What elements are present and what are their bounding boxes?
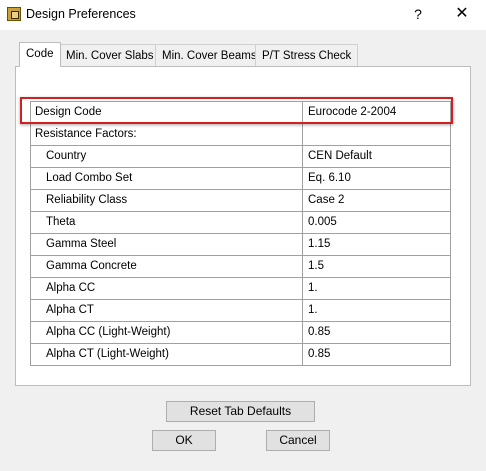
grid-row-gamma-concrete[interactable]: Gamma Concrete 1.5 xyxy=(31,256,450,278)
grid-value[interactable]: 1. xyxy=(308,278,318,299)
grid-row-alpha-cc-light-weight[interactable]: Alpha CC (Light-Weight) 0.85 xyxy=(31,322,450,344)
window-title: Design Preferences xyxy=(26,7,136,21)
tab-min-cover-beams[interactable]: Min. Cover Beams xyxy=(155,44,264,66)
grid-row-alpha-cc[interactable]: Alpha CC 1. xyxy=(31,278,450,300)
grid-row-resistance-factors: Resistance Factors: xyxy=(31,124,450,146)
grid-key: Gamma Steel xyxy=(31,234,303,255)
reset-tab-defaults-button[interactable]: Reset Tab Defaults xyxy=(166,401,315,422)
grid-value[interactable]: 1. xyxy=(308,300,318,321)
grid-key: Gamma Concrete xyxy=(31,256,303,277)
grid-row-reliability-class[interactable]: Reliability Class Case 2 xyxy=(31,190,450,212)
grid-key: Alpha CC xyxy=(31,278,303,299)
grid-value[interactable]: 0.005 xyxy=(308,212,337,233)
grid-key: Alpha CC (Light-Weight) xyxy=(31,322,303,343)
grid-value[interactable]: CEN Default xyxy=(308,146,372,167)
grid-row-alpha-ct-light-weight[interactable]: Alpha CT (Light-Weight) 0.85 xyxy=(31,344,450,366)
close-icon[interactable]: ✕ xyxy=(452,4,472,24)
grid-key: Load Combo Set xyxy=(31,168,303,189)
grid-row-load-combo-set[interactable]: Load Combo Set Eq. 6.10 xyxy=(31,168,450,190)
grid-key: Alpha CT (Light-Weight) xyxy=(31,344,303,365)
grid-row-alpha-ct[interactable]: Alpha CT 1. xyxy=(31,300,450,322)
grid-row-country[interactable]: Country CEN Default xyxy=(31,146,450,168)
grid-value[interactable]: 0.85 xyxy=(308,344,330,365)
grid-value[interactable]: 1.5 xyxy=(308,256,324,277)
grid-row-theta[interactable]: Theta 0.005 xyxy=(31,212,450,234)
help-button[interactable]: ? xyxy=(408,4,428,24)
grid-key: Alpha CT xyxy=(31,300,303,321)
grid-key: Theta xyxy=(31,212,303,233)
ok-button[interactable]: OK xyxy=(152,430,216,451)
grid-row-gamma-steel[interactable]: Gamma Steel 1.15 xyxy=(31,234,450,256)
cancel-button[interactable]: Cancel xyxy=(266,430,330,451)
grid-key: Reliability Class xyxy=(31,190,303,211)
grid-key: Country xyxy=(31,146,303,167)
design-preferences-grid: Design Code Eurocode 2-2004 Resistance F… xyxy=(30,101,451,366)
grid-value[interactable]: 1.15 xyxy=(308,234,330,255)
grid-value[interactable]: Eq. 6.10 xyxy=(308,168,351,189)
grid-value[interactable]: 0.85 xyxy=(308,322,330,343)
tab-min-cover-slabs[interactable]: Min. Cover Slabs xyxy=(59,44,161,66)
title-bar: Design Preferences ? ✕ xyxy=(0,0,486,30)
tab-code[interactable]: Code xyxy=(19,42,61,67)
design-code-highlight xyxy=(20,97,453,124)
tab-pt-stress-check[interactable]: P/T Stress Check xyxy=(255,44,359,66)
app-icon xyxy=(7,7,21,21)
grid-value[interactable]: Case 2 xyxy=(308,190,344,211)
grid-key: Resistance Factors: xyxy=(31,124,303,145)
